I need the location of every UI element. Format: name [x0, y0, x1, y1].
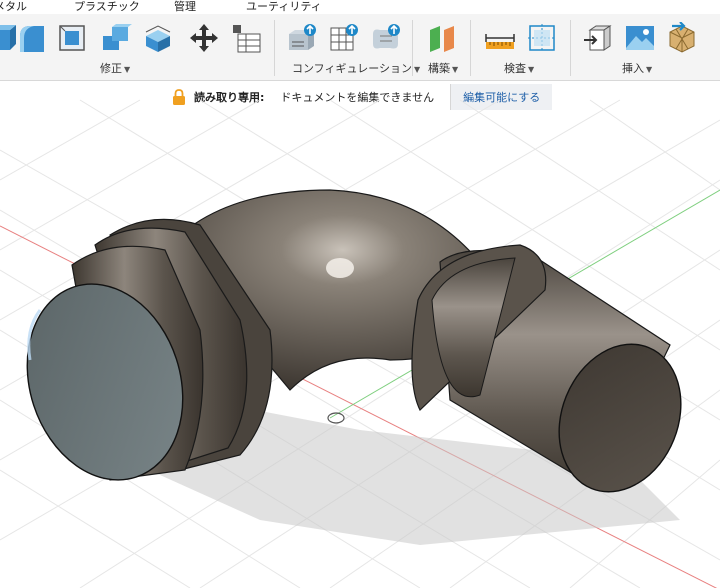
configuration-group-label: コンフィギュレーション	[292, 62, 413, 75]
group-divider	[470, 20, 471, 76]
construct-group-label: 構築	[428, 62, 450, 75]
move-icon[interactable]	[188, 22, 220, 54]
canvas-image-icon[interactable]	[624, 22, 656, 54]
insert-group-menu[interactable]: 挿入 ▼	[622, 60, 652, 76]
offset-face-icon[interactable]	[142, 22, 174, 54]
chevron-down-icon: ▼	[414, 65, 421, 74]
construct-group-menu[interactable]: 構築 ▼	[428, 60, 458, 76]
modify-group-label: 修正	[100, 62, 122, 75]
change-parameters-icon[interactable]	[230, 22, 262, 54]
configuration-group-menu[interactable]: コンフィギュレーション ▼	[292, 60, 420, 76]
group-divider	[412, 20, 413, 76]
chamfer-icon[interactable]	[56, 22, 88, 54]
configure-model-icon[interactable]	[328, 22, 360, 54]
3d-viewport[interactable]	[0, 80, 720, 588]
tab-manage[interactable]: 管理	[174, 0, 196, 14]
inspect-group-label: 検査	[504, 62, 526, 75]
chevron-down-icon: ▼	[646, 65, 653, 74]
measure-icon[interactable]	[484, 22, 516, 54]
ribbon-toolbar: 修正 ▼ コンフィギュレーション ▼ 構築 ▼ 検査 ▼ 挿入 ▼	[0, 14, 720, 81]
insert-configured-model-icon[interactable]	[370, 22, 402, 54]
chevron-down-icon: ▼	[124, 65, 131, 74]
group-divider	[274, 20, 275, 76]
combine-icon[interactable]	[100, 22, 132, 54]
configuration-table-icon[interactable]	[286, 22, 318, 54]
modify-group-menu[interactable]: 修正 ▼	[100, 60, 130, 76]
insert-mesh-icon[interactable]	[666, 22, 698, 54]
fillet-icon[interactable]	[16, 22, 48, 54]
offset-plane-icon[interactable]	[426, 22, 458, 54]
insert-derive-icon[interactable]	[582, 22, 614, 54]
tab-plastic[interactable]: プラスチック	[74, 0, 140, 14]
inspect-group-menu[interactable]: 検査 ▼	[504, 60, 534, 76]
section-analysis-icon[interactable]	[526, 22, 558, 54]
chevron-down-icon: ▼	[528, 65, 535, 74]
tab-utilities[interactable]: ユーティリティ	[246, 0, 322, 14]
tab-metal[interactable]: メタル	[0, 0, 27, 14]
insert-group-label: 挿入	[622, 62, 644, 75]
group-divider	[570, 20, 571, 76]
ribbon-tab-bar: メタル プラスチック 管理 ユーティリティ	[0, 0, 720, 14]
chevron-down-icon: ▼	[452, 65, 459, 74]
